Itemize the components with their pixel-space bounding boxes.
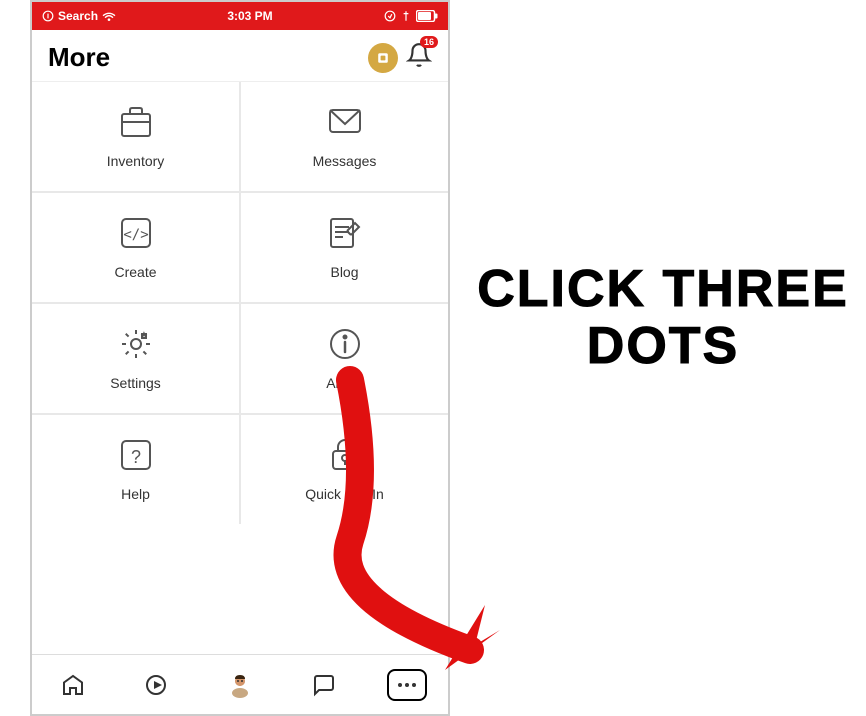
create-icon: </>	[118, 215, 154, 256]
settings-icon: ✦	[118, 326, 154, 367]
annotation-text-line1: CLICK THREE	[477, 261, 849, 318]
menu-item-settings[interactable]: ✦ Settings	[32, 304, 239, 413]
menu-item-help[interactable]: ? Help	[32, 415, 239, 524]
create-label: Create	[114, 264, 156, 280]
nav-play[interactable]	[136, 669, 176, 701]
menu-item-blog[interactable]: Blog	[241, 193, 448, 302]
notification-icon[interactable]: 16	[406, 42, 432, 73]
avatar-icon	[226, 671, 254, 699]
nav-home[interactable]	[53, 669, 93, 701]
menu-item-create[interactable]: </> Create	[32, 193, 239, 302]
status-time: 3:03 PM	[227, 9, 272, 23]
status-bar-right	[384, 10, 438, 22]
home-icon	[61, 673, 85, 697]
svg-text:✦: ✦	[139, 330, 147, 341]
settings-label: Settings	[110, 375, 161, 391]
blog-icon	[327, 215, 363, 256]
menu-item-messages[interactable]: Messages	[241, 82, 448, 191]
messages-label: Messages	[313, 153, 377, 169]
arrow-annotation	[290, 360, 610, 680]
status-bar-left: Search	[42, 9, 116, 23]
robux-icon[interactable]	[368, 43, 398, 73]
svg-text:?: ?	[130, 447, 140, 467]
page-title: More	[48, 42, 110, 73]
nav-avatar[interactable]	[218, 667, 262, 703]
inventory-label: Inventory	[107, 153, 165, 169]
inventory-icon	[118, 104, 154, 145]
menu-item-inventory[interactable]: Inventory	[32, 82, 239, 191]
svg-text:</>: </>	[123, 227, 148, 243]
app-header: More 16	[32, 30, 448, 82]
play-icon	[144, 673, 168, 697]
help-label: Help	[121, 486, 150, 502]
status-search: Search	[58, 9, 98, 23]
messages-icon	[327, 104, 363, 145]
notification-badge: 16	[420, 36, 438, 48]
blog-label: Blog	[330, 264, 358, 280]
help-icon: ?	[118, 437, 154, 478]
header-icons: 16	[368, 42, 432, 73]
status-bar: Search 3:03 PM	[32, 2, 448, 30]
